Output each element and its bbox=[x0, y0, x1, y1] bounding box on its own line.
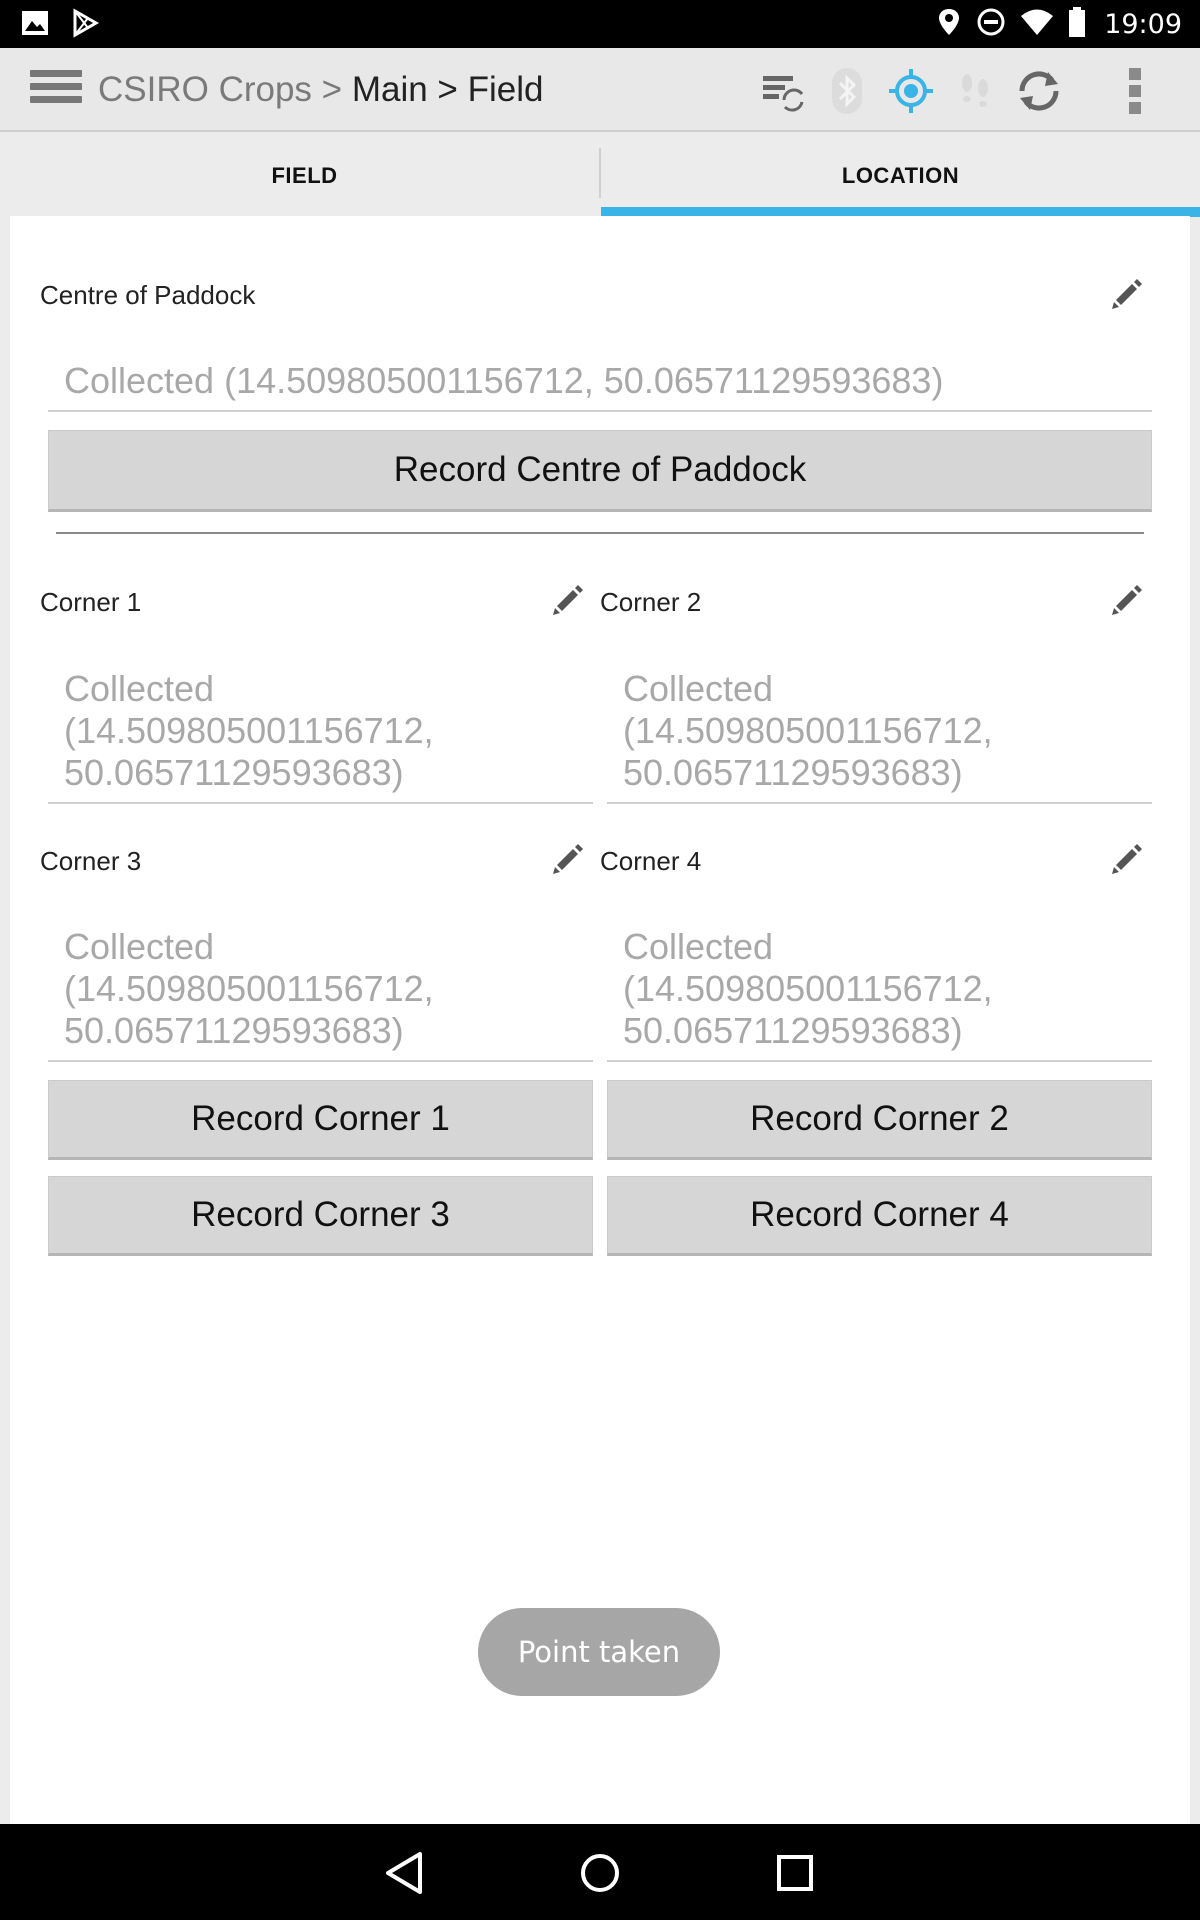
recents-icon[interactable] bbox=[770, 1848, 820, 1898]
do-not-disturb-icon bbox=[976, 7, 1006, 42]
breadcrumb-main[interactable]: Main bbox=[352, 70, 428, 109]
record-corner-3-button[interactable]: Record Corner 3 bbox=[48, 1176, 593, 1256]
menu-icon[interactable] bbox=[30, 70, 82, 110]
edit-corner-2-pencil-icon[interactable] bbox=[1110, 582, 1144, 616]
corner-1-value-field[interactable]: Collected (14.509805001156712, 50.065711… bbox=[48, 668, 593, 804]
centre-label: Centre of Paddock bbox=[40, 280, 256, 310]
toast-message: Point taken bbox=[478, 1608, 720, 1696]
play-store-icon bbox=[70, 8, 100, 43]
edit-corner-1-pencil-icon[interactable] bbox=[551, 582, 585, 616]
corner-3-label: Corner 3 bbox=[40, 846, 142, 876]
back-icon[interactable] bbox=[380, 1848, 430, 1898]
location-panel: Centre of Paddock Collected (14.50980500… bbox=[10, 216, 1190, 1824]
breadcrumb-current: Field bbox=[467, 70, 544, 109]
wifi-icon bbox=[1020, 7, 1054, 42]
location-pin-icon bbox=[936, 7, 962, 42]
status-bar: 19:09 bbox=[0, 0, 1200, 48]
corner-4-label: Corner 4 bbox=[600, 846, 702, 876]
footsteps-icon[interactable] bbox=[950, 66, 1000, 116]
clock: 19:09 bbox=[1104, 8, 1182, 40]
home-icon[interactable] bbox=[575, 1848, 625, 1898]
record-centre-button[interactable]: Record Centre of Paddock bbox=[48, 430, 1152, 512]
sync-data-icon[interactable] bbox=[758, 66, 808, 116]
refresh-icon[interactable] bbox=[1014, 66, 1064, 116]
corner-2-value-field[interactable]: Collected (14.509805001156712, 50.065711… bbox=[607, 668, 1152, 804]
action-bar: CSIRO Crops > Main > Field bbox=[0, 48, 1200, 132]
section-divider bbox=[56, 532, 1144, 534]
edit-corner-3-pencil-icon[interactable] bbox=[551, 841, 585, 875]
corner-2-label: Corner 2 bbox=[600, 587, 702, 617]
corner-3-value-field[interactable]: Collected (14.509805001156712, 50.065711… bbox=[48, 926, 593, 1062]
breadcrumb-app[interactable]: CSIRO Crops bbox=[98, 70, 312, 109]
gps-icon[interactable] bbox=[886, 66, 936, 116]
edit-centre-pencil-icon[interactable] bbox=[1110, 276, 1144, 310]
record-corner-1-button[interactable]: Record Corner 1 bbox=[48, 1080, 593, 1160]
edit-corner-4-pencil-icon[interactable] bbox=[1110, 841, 1144, 875]
tab-field[interactable]: FIELD bbox=[10, 136, 599, 218]
record-corner-2-button[interactable]: Record Corner 2 bbox=[607, 1080, 1152, 1160]
gallery-icon bbox=[20, 8, 50, 43]
navigation-bar bbox=[0, 1824, 1200, 1920]
corner-1-label: Corner 1 bbox=[40, 587, 142, 617]
tab-location[interactable]: LOCATION bbox=[601, 136, 1200, 217]
record-corner-4-button[interactable]: Record Corner 4 bbox=[607, 1176, 1152, 1256]
overflow-menu-icon[interactable] bbox=[1110, 66, 1160, 116]
tab-bar: FIELD LOCATION bbox=[10, 136, 1200, 218]
battery-icon bbox=[1068, 6, 1086, 43]
breadcrumb: CSIRO Crops > Main > Field bbox=[98, 70, 544, 109]
bluetooth-icon[interactable] bbox=[822, 66, 872, 116]
centre-value-field[interactable]: Collected (14.509805001156712, 50.065711… bbox=[48, 360, 1152, 412]
corner-4-value-field[interactable]: Collected (14.509805001156712, 50.065711… bbox=[607, 926, 1152, 1062]
